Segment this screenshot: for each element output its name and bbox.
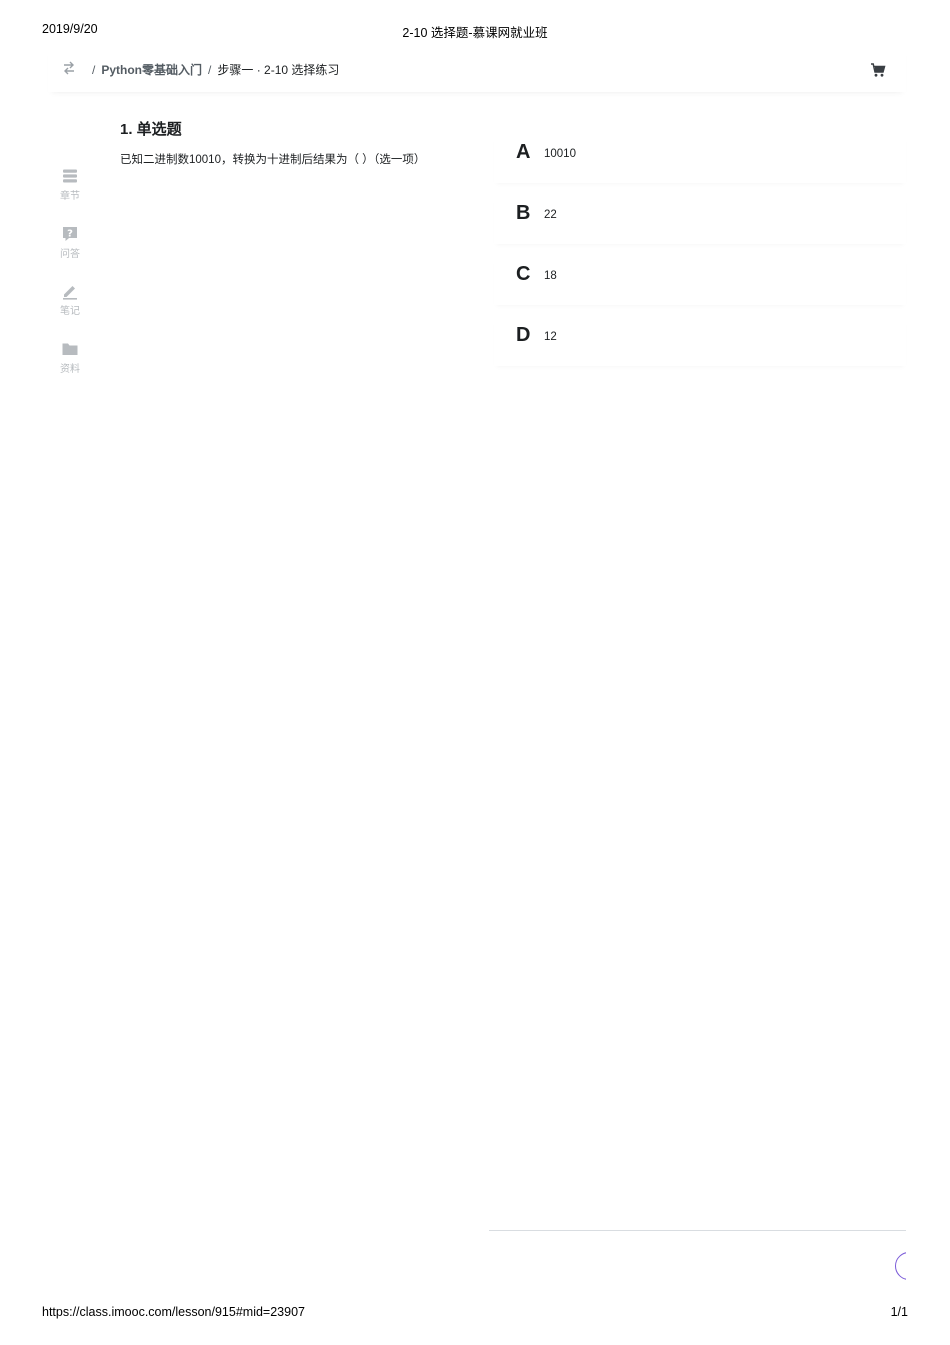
folder-icon [62,343,78,355]
breadcrumb-course-link[interactable]: Python零基础入门 [101,61,202,78]
question-text: 已知二进制数10010，转换为十进制后结果为（ ）（选一项） [120,154,426,166]
print-header: 2019/9/20 2-10 选择题-慕课网就业班 [42,22,908,40]
breadcrumb-separator: / [208,62,212,77]
switch-arrows-icon[interactable] [62,60,76,76]
option-letter: C [516,263,531,285]
floating-action-button[interactable] [895,1252,906,1280]
option-letter: A [516,141,531,163]
sidebar-item-materials[interactable]: 资料 [48,338,92,396]
option-value: 18 [544,270,557,282]
top-bar: / Python零基础入门 / 步骤一 · 2-10 选择练习 [48,48,906,92]
print-page-number: 1/1 [890,1305,908,1319]
sidebar-item-label: 笔记 [60,306,80,317]
question-title: 1. 单选题 [120,121,182,138]
sidebar-item-notes[interactable]: 笔记 [48,280,92,338]
sidebar-item-qa[interactable]: ? 问答 [48,223,92,281]
print-doc-title: 2-10 选择题-慕课网就业班 [402,26,548,40]
print-footer: https://class.imooc.com/lesson/915#mid=2… [42,1305,908,1321]
option-d[interactable]: D 12 [494,318,906,366]
cart-icon[interactable] [870,62,886,78]
bottom-divider [489,1230,906,1231]
answer-options: A 10010 B 22 C 18 D 12 [494,135,906,379]
chapter-icon [63,169,77,183]
option-c[interactable]: C 18 [494,257,906,305]
cart-icon-svg [871,63,886,77]
print-url: https://class.imooc.com/lesson/915#mid=2… [42,1305,305,1319]
sidebar: 章节 ? 问答 笔记 资料 [48,165,92,395]
option-value: 22 [544,209,557,221]
pencil-icon [63,286,77,300]
option-value: 10010 [544,148,576,160]
option-b[interactable]: B 22 [494,196,906,244]
breadcrumb-separator: / [92,62,96,77]
question-panel: 1. 单选题 已知二进制数10010，转换为十进制后结果为（ ）（选一项） [120,118,480,167]
option-value: 12 [544,331,557,343]
option-letter: D [516,324,531,346]
sidebar-item-label: 资料 [60,363,80,375]
option-letter: B [516,202,531,224]
svg-text:?: ? [67,228,73,239]
switch-arrows-icon-svg [64,61,74,75]
breadcrumb: / Python零基础入门 / 步骤一 · 2-10 选择练习 [86,61,339,78]
breadcrumb-lesson: 步骤一 · 2-10 选择练习 [217,63,340,77]
sidebar-item-label: 问答 [60,248,80,260]
question-icon: ? [63,226,77,241]
option-a[interactable]: A 10010 [494,135,906,183]
sidebar-item-label: 章节 [60,191,80,202]
sidebar-item-chapter[interactable]: 章节 [48,165,92,223]
